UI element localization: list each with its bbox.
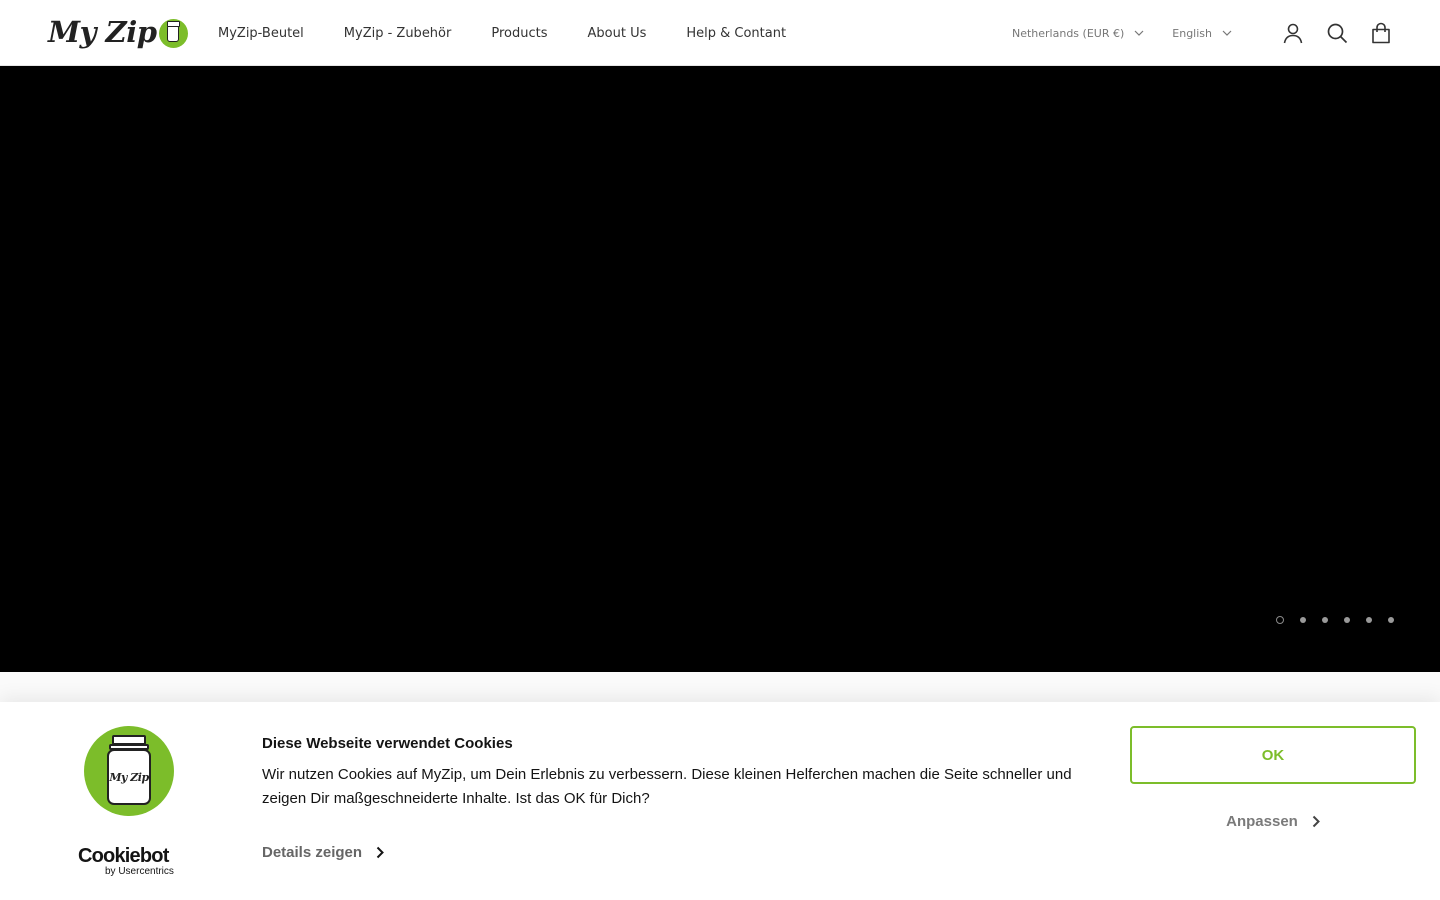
- cookiebot-subtitle: by Usercentrics: [105, 866, 174, 877]
- chevron-right-icon: [376, 846, 384, 859]
- search-icon[interactable]: [1326, 22, 1348, 44]
- hero-slideshow: [0, 66, 1440, 672]
- chevron-down-icon: [1134, 30, 1144, 36]
- country-selector[interactable]: Netherlands (EUR €): [1012, 27, 1144, 40]
- cookiebot-wordmark: Cookiebot: [78, 845, 169, 867]
- site-logo[interactable]: My Zip: [48, 14, 188, 50]
- language-selector[interactable]: English: [1172, 27, 1232, 40]
- slide-dot-3[interactable]: [1322, 617, 1328, 623]
- cart-icon[interactable]: [1370, 22, 1392, 44]
- cookie-banner-text: Wir nutzen Cookies auf MyZip, um Dein Er…: [262, 766, 1072, 807]
- brand-jar-logo: My Zip: [84, 726, 174, 816]
- main-nav: MyZip-Beutel MyZip - Zubehör Products Ab…: [218, 0, 826, 66]
- chevron-right-icon: [1312, 815, 1320, 827]
- nav-item-about-us[interactable]: About Us: [588, 26, 647, 41]
- site-header: My Zip MyZip-Beutel MyZip - Zubehör Prod…: [0, 0, 1440, 66]
- jar-icon: My Zip: [107, 735, 151, 805]
- account-icon[interactable]: [1282, 22, 1304, 44]
- cookie-customize-label: Anpassen: [1226, 812, 1298, 830]
- slideshow-pagination: [1262, 616, 1394, 624]
- show-details-label: Details zeigen: [262, 844, 363, 861]
- cookie-banner-title: Diese Webseite verwendet Cookies: [262, 735, 513, 752]
- nav-item-myzip-beutel[interactable]: MyZip-Beutel: [218, 26, 304, 41]
- slide-dot-5[interactable]: [1366, 617, 1372, 623]
- language-selector-label: English: [1172, 26, 1212, 40]
- cookie-customize-button[interactable]: Anpassen: [1130, 806, 1416, 836]
- header-actions: Netherlands (EUR €) English: [1012, 0, 1392, 66]
- slide-dot-1[interactable]: [1276, 616, 1284, 624]
- show-details-link[interactable]: Details zeigen: [262, 844, 384, 861]
- jar-logo-icon: [158, 18, 188, 48]
- cookie-banner: My Zip Cookiebot by Usercentrics Diese W…: [0, 702, 1440, 900]
- nav-item-products[interactable]: Products: [491, 26, 547, 41]
- chevron-down-icon: [1222, 30, 1232, 36]
- slide-dot-6[interactable]: [1388, 617, 1394, 623]
- nav-item-help-contact[interactable]: Help & Contant: [686, 26, 786, 41]
- cookie-ok-button[interactable]: OK: [1130, 726, 1416, 784]
- page-content-strip: [0, 672, 1440, 702]
- nav-item-myzip-zubehoer[interactable]: MyZip - Zubehör: [344, 26, 452, 41]
- logo-text: My Zip: [48, 15, 157, 49]
- jar-logo-text: My Zip: [109, 770, 149, 784]
- country-selector-label: Netherlands (EUR €): [1011, 26, 1125, 40]
- slide-dot-2[interactable]: [1300, 617, 1306, 623]
- slide-dot-4[interactable]: [1344, 617, 1350, 623]
- cookiebot-logo[interactable]: Cookiebot by Usercentrics: [78, 846, 188, 877]
